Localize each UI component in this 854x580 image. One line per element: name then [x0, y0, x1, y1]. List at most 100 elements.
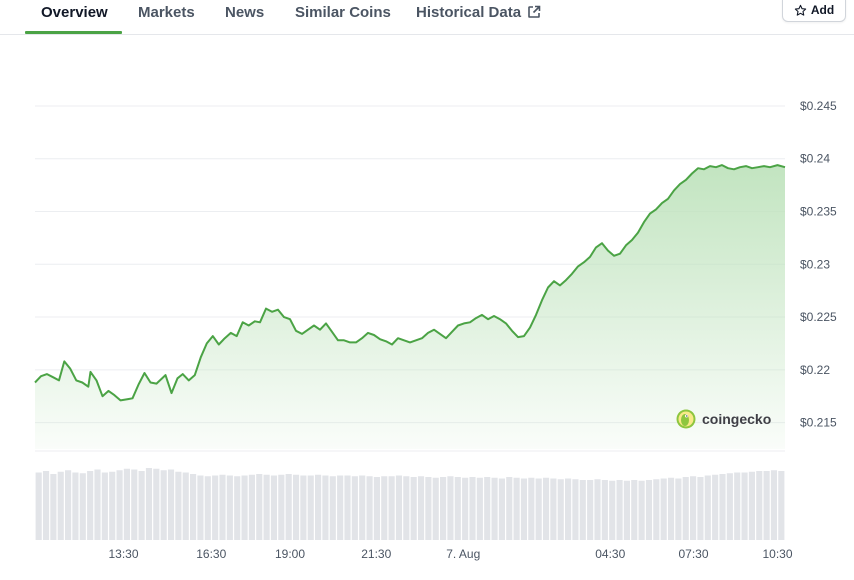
volume-bar: [778, 471, 785, 540]
y-tick-label: $0.245: [800, 99, 837, 113]
volume-bar: [653, 479, 660, 540]
volume-bar: [307, 475, 314, 540]
volume-bar: [79, 473, 86, 540]
volume-bar: [94, 469, 101, 540]
volume-bar: [594, 479, 601, 540]
volume-bar: [462, 477, 469, 540]
volume-bar: [513, 477, 520, 540]
price-chart-svg: $0.245 $0.24 $0.235 $0.23 $0.225 $0.22 $0.215 1…: [34, 99, 837, 561]
volume-bar: [498, 478, 505, 540]
tab-bar: Overview Markets News Similar Coins Hist…: [0, 0, 854, 35]
volume-bar: [344, 475, 351, 540]
volume-bar: [300, 475, 307, 540]
volume-bar: [270, 475, 278, 540]
volume-bar: [263, 474, 270, 540]
volume-bar: [454, 477, 461, 540]
star-icon: [794, 4, 807, 16]
volume-bar: [337, 475, 344, 540]
volume-bar: [682, 477, 689, 540]
volume-bar: [57, 471, 64, 540]
tab-news[interactable]: News: [225, 4, 264, 21]
volume-bar: [719, 474, 726, 540]
y-tick-label: $0.23: [800, 257, 830, 271]
y-tick-label: $0.215: [800, 416, 837, 430]
tab-similar-coins[interactable]: Similar Coins: [295, 4, 391, 21]
volume-bar: [182, 472, 189, 540]
x-tick-label: 04:30: [595, 547, 625, 561]
volume-bar: [565, 478, 572, 540]
volume-bar: [241, 475, 248, 540]
volume-bar: [403, 476, 410, 540]
volume-bar: [219, 474, 226, 540]
y-tick-label: $0.24: [800, 152, 830, 166]
volume-bar: [212, 475, 219, 540]
volume-bar: [109, 471, 116, 540]
volume-bar: [381, 476, 388, 540]
x-tick-label: 13:30: [108, 547, 138, 561]
volume-bar: [116, 470, 123, 540]
x-tick-label: 16:30: [196, 547, 226, 561]
volume-bar: [50, 474, 57, 540]
volume-bar: [557, 479, 564, 540]
y-tick-label: $0.225: [800, 310, 837, 324]
volume-bar: [763, 471, 770, 540]
coingecko-watermark: coingecko: [676, 409, 771, 429]
volume-bar: [440, 477, 447, 540]
volume-bar: [734, 472, 741, 540]
volume-bar: [410, 477, 417, 540]
x-tick-label: 19:00: [275, 547, 305, 561]
volume-bar: [366, 476, 373, 540]
volume-bar: [550, 478, 557, 540]
volume-bar: [645, 480, 653, 540]
volume-bar: [42, 471, 50, 540]
volume-bar: [726, 473, 733, 540]
volume-bar: [601, 480, 608, 540]
price-chart[interactable]: $0.245 $0.24 $0.235 $0.23 $0.225 $0.22 $0.215 1…: [0, 35, 854, 580]
volume-bar: [160, 470, 167, 540]
volume-bar: [704, 475, 711, 540]
volume-bar: [175, 471, 182, 540]
volume-bar: [623, 480, 630, 540]
tab-overview[interactable]: Overview: [41, 4, 108, 21]
volume-bar: [770, 470, 778, 540]
add-button-label: Add: [810, 3, 835, 17]
volume-bar: [609, 480, 616, 540]
volume-bar: [484, 477, 491, 540]
volume-bar: [579, 480, 586, 540]
tab-historical-data-label: Historical Data: [416, 4, 522, 21]
brand-name: coingecko: [702, 411, 772, 427]
external-link-icon: [528, 5, 541, 18]
coingecko-logo-icon: [676, 409, 696, 429]
volume-bar: [315, 474, 322, 540]
volume-bar: [697, 477, 704, 540]
volume-bar: [476, 477, 483, 540]
volume-bar: [72, 472, 79, 540]
volume-bar: [145, 468, 153, 540]
volume-bar: [675, 478, 682, 540]
volume-bar: [417, 476, 425, 540]
volume-bar: [741, 472, 748, 540]
x-tick-label: 07:30: [678, 547, 708, 561]
tab-historical-data[interactable]: Historical Data: [416, 4, 541, 21]
volume-bar: [528, 477, 535, 540]
volume-bar: [616, 480, 623, 540]
volume-bar: [278, 474, 285, 540]
y-tick-label: $0.22: [800, 363, 830, 377]
volume-bar: [388, 476, 395, 540]
y-tick-label: $0.235: [800, 205, 837, 219]
volume-bar: [351, 476, 358, 540]
volume-bar: [469, 477, 476, 540]
volume-bar: [197, 475, 204, 540]
volume-bar: [101, 472, 108, 540]
volume-bar: [425, 477, 432, 540]
volume-bar: [292, 474, 300, 540]
add-to-watchlist-button[interactable]: Add: [782, 0, 846, 22]
volume-bar: [204, 476, 211, 540]
volume-bar: [226, 475, 233, 540]
volume-bar: [35, 472, 42, 540]
volume-bar: [190, 474, 197, 540]
tab-markets[interactable]: Markets: [138, 4, 195, 21]
volume-bar: [520, 478, 528, 540]
volume-bar: [542, 477, 550, 540]
volume-bar: [572, 479, 579, 540]
